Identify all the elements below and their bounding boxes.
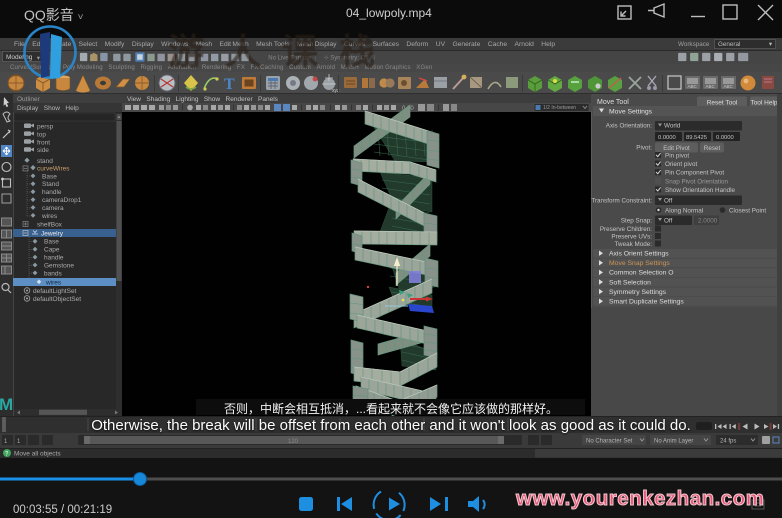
svg-text:Transform Constraint:: Transform Constraint: <box>591 198 652 205</box>
svg-text:Base: Base <box>42 173 57 180</box>
svg-text:Base: Base <box>44 239 59 246</box>
svg-text:ABC: ABC <box>706 84 716 89</box>
svg-text:Gemstone: Gemstone <box>44 262 74 269</box>
svg-text:Preserve UVs:: Preserve UVs: <box>611 234 652 241</box>
svg-text:Jewelry: Jewelry <box>41 230 64 237</box>
svg-text:top: top <box>37 131 46 138</box>
svg-text:Outliner: Outliner <box>17 96 41 103</box>
svg-text:World: World <box>664 123 681 130</box>
svg-text:defaultLightSet: defaultLightSet <box>33 288 77 295</box>
svg-text:camera: camera <box>42 205 64 212</box>
svg-text:Step Snap:: Step Snap: <box>621 218 652 225</box>
svg-text:Symmetry Settings: Symmetry Settings <box>609 289 667 296</box>
svg-text:0.0000: 0.0000 <box>716 135 734 141</box>
svg-text:1/2 In-between: 1/2 In-between <box>543 105 576 111</box>
svg-text:wires: wires <box>45 280 62 287</box>
svg-text:defaultObjectSet: defaultObjectSet <box>33 296 81 303</box>
svg-text:T: T <box>224 76 235 93</box>
svg-text:wires: wires <box>41 213 58 220</box>
svg-text:Reset Tool: Reset Tool <box>707 100 738 107</box>
svg-text:00:03:55 / 00:21:19: 00:03:55 / 00:21:19 <box>13 504 112 516</box>
svg-text:Axis Orient Settings: Axis Orient Settings <box>609 251 669 258</box>
svg-text:2.0000: 2.0000 <box>698 218 718 225</box>
svg-text:Off: Off <box>664 198 673 205</box>
svg-text:Show Orientation Handle: Show Orientation Handle <box>665 187 736 194</box>
svg-text:Reset: Reset <box>704 145 721 152</box>
svg-text:Tweak Mode:: Tweak Mode: <box>615 241 653 248</box>
svg-text:bands: bands <box>44 270 62 277</box>
svg-text:24 fps: 24 fps <box>720 439 736 445</box>
svg-text:Orient pivot: Orient pivot <box>665 161 697 168</box>
svg-text:Along Normal: Along Normal <box>665 208 703 215</box>
svg-text:ABC: ABC <box>724 84 734 89</box>
svg-text:Closest Point: Closest Point <box>729 208 766 215</box>
svg-text:cameraDrop1: cameraDrop1 <box>42 197 82 204</box>
svg-text:ABC: ABC <box>688 84 698 89</box>
svg-text:Move all objects: Move all objects <box>14 451 61 458</box>
svg-text:Axis Orientation:: Axis Orientation: <box>606 123 652 130</box>
svg-text:View Shading Lighting Sh: View Shading Lighting Show Renderer Pane… <box>127 96 279 103</box>
svg-text:Common Selection O: Common Selection O <box>609 270 674 277</box>
svg-text:side: side <box>37 147 49 154</box>
svg-text:No Character Set: No Character Set <box>586 439 633 445</box>
svg-text:No Anim Layer: No Anim Layer <box>654 439 693 445</box>
svg-text:Move Settings: Move Settings <box>609 109 653 116</box>
svg-text:stand: stand <box>37 158 53 165</box>
svg-text:0.0000: 0.0000 <box>658 135 676 141</box>
svg-text:handle: handle <box>44 255 64 262</box>
svg-text:Pin Component Pivot: Pin Component Pivot <box>665 170 724 177</box>
svg-text:Pin pivot: Pin pivot <box>665 153 689 160</box>
svg-text:Off: Off <box>664 218 673 225</box>
svg-text:curveWires: curveWires <box>37 166 70 173</box>
svg-text:Soft Selection: Soft Selection <box>609 279 651 286</box>
svg-text:Edit Pivot: Edit Pivot <box>663 145 690 152</box>
svg-text:front: front <box>37 139 50 146</box>
svg-text:Smart Duplicate Settings: Smart Duplicate Settings <box>609 299 684 306</box>
svg-text:Tool Help: Tool Help <box>750 100 777 107</box>
svg-text:Snap Pivot Orientation: Snap Pivot Orientation <box>665 178 729 185</box>
svg-text:Pivot:: Pivot: <box>636 145 652 152</box>
svg-text:Preserve Children:: Preserve Children: <box>600 226 652 233</box>
svg-text:handle: handle <box>42 189 62 196</box>
svg-text:shelfBox: shelfBox <box>37 221 63 228</box>
svg-text:Cape: Cape <box>44 247 60 254</box>
svg-text:Display Show Help: Display Show Help <box>17 105 79 112</box>
svg-text:89.5425: 89.5425 <box>686 135 707 141</box>
svg-text:Move Tool: Move Tool <box>597 99 629 106</box>
svg-text:Stand: Stand <box>42 181 59 188</box>
svg-text:persp: persp <box>37 124 54 131</box>
svg-text:Move Snap Settings: Move Snap Settings <box>609 260 670 267</box>
svg-text:120: 120 <box>288 439 299 445</box>
